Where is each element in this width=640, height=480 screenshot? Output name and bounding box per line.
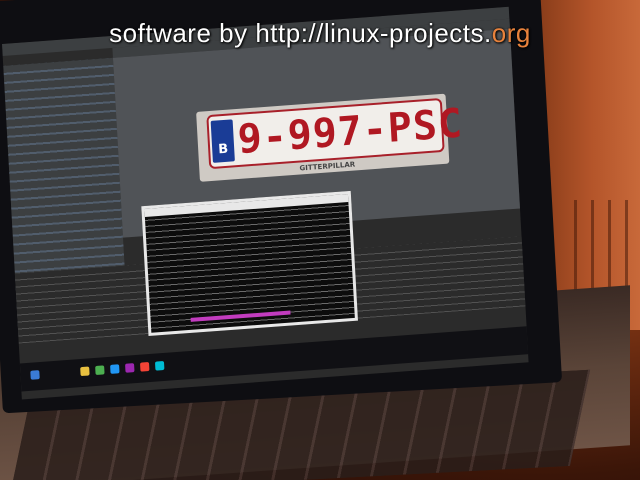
watermark: software by http://linux-projects.org bbox=[0, 18, 640, 49]
edge-icon[interactable] bbox=[110, 364, 120, 374]
terminal-highlight-line bbox=[190, 310, 291, 322]
eu-flag-icon: B bbox=[210, 119, 235, 163]
start-icon[interactable] bbox=[30, 370, 40, 380]
watermark-suffix: org bbox=[491, 18, 531, 48]
browser-icon[interactable] bbox=[95, 365, 105, 375]
terminal-window[interactable] bbox=[141, 190, 358, 337]
terminal-icon[interactable] bbox=[154, 360, 165, 371]
media-icon[interactable] bbox=[140, 362, 150, 372]
plate-country-code: B bbox=[217, 141, 229, 158]
laptop-screen: B 9-997-PSC GITTERPILLAR bbox=[2, 6, 529, 400]
app-icon[interactable] bbox=[125, 363, 135, 373]
photo-scene: B 9-997-PSC GITTERPILLAR software by htt… bbox=[0, 0, 640, 480]
watermark-prefix: software by http://linux-projects. bbox=[109, 18, 492, 48]
folder-icon[interactable] bbox=[80, 366, 90, 377]
